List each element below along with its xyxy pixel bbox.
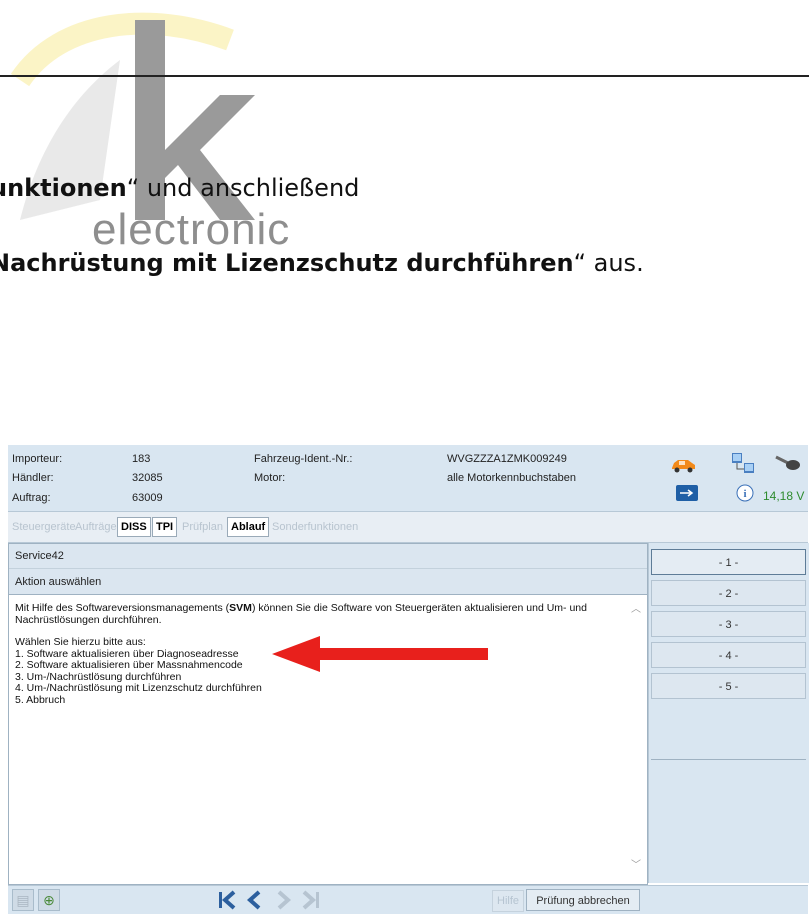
doc-line-1: unktionen“ und anschließend bbox=[0, 174, 359, 202]
header-rule bbox=[0, 75, 809, 77]
divider bbox=[651, 759, 806, 760]
fin-label: Fahrzeug-Ident.-Nr.: bbox=[254, 453, 353, 465]
main-subtitle-bar: Aktion auswählen bbox=[9, 569, 647, 595]
prev-page-icon[interactable] bbox=[244, 889, 266, 911]
intro-text: Mit Hilfe des Softwareversionsmanagement… bbox=[15, 602, 615, 615]
haendler-value: 32085 bbox=[132, 472, 163, 484]
document-icon[interactable]: ▤ bbox=[12, 889, 34, 911]
haendler-label: Händler: bbox=[12, 472, 54, 484]
motor-label: Motor: bbox=[254, 472, 286, 484]
intro-svm: SVM bbox=[229, 602, 252, 614]
next-page-icon[interactable] bbox=[272, 889, 294, 911]
option-4: 4. Um-/Nachrüstlösung mit Lizenzschutz d… bbox=[15, 682, 262, 694]
intro-part-b: ) können Sie die Software von Steuergerä… bbox=[251, 602, 587, 614]
auftrag-label: Auftrag: bbox=[12, 492, 51, 504]
red-arrow-annotation bbox=[272, 636, 488, 672]
tab-steuergeraete[interactable]: Steuergeräte bbox=[11, 518, 77, 536]
tab-bar: Steuergeräte Aufträge DISS TPI Prüfplan … bbox=[8, 512, 808, 543]
add-document-icon[interactable]: ⊕ bbox=[38, 889, 60, 911]
first-page-icon[interactable] bbox=[216, 889, 238, 911]
vehicle-info-panel: Importeur: 183 Händler: 32085 Auftrag: 6… bbox=[8, 445, 808, 512]
auftrag-value: 63009 bbox=[132, 492, 163, 504]
main-panel: Service42 Aktion auswählen Mit Hilfe des… bbox=[8, 543, 648, 885]
page-subtitle: Aktion auswählen bbox=[15, 576, 102, 588]
scroll-down-icon[interactable]: ﹀ bbox=[631, 856, 641, 871]
network-icon[interactable] bbox=[730, 451, 756, 477]
motor-value: alle Motorkennbuchstaben bbox=[447, 472, 577, 484]
doc-line-1-bold: unktionen bbox=[0, 174, 127, 202]
battery-voltage: 14,18 V bbox=[763, 489, 805, 503]
page-title: Service42 bbox=[15, 550, 64, 562]
diagnosis-app-window: Importeur: 183 Händler: 32085 Auftrag: 6… bbox=[8, 445, 809, 914]
key-icon[interactable] bbox=[774, 453, 802, 473]
last-page-icon[interactable] bbox=[300, 889, 322, 911]
footer-toolbar: ▤ ⊕ Hilfe Prüfung abbrechen bbox=[8, 885, 808, 914]
doc-line-1-rest: “ und anschließend bbox=[126, 174, 360, 202]
help-button[interactable]: Hilfe bbox=[492, 890, 525, 912]
select-button-4[interactable]: - 4 - bbox=[651, 642, 806, 668]
info-icon[interactable]: i bbox=[736, 484, 754, 502]
importeur-label: Importeur: bbox=[12, 453, 63, 465]
usb-icon[interactable] bbox=[676, 485, 698, 501]
tab-ablauf[interactable]: Ablauf bbox=[227, 517, 270, 537]
select-button-3[interactable]: - 3 - bbox=[651, 611, 806, 637]
logo-text: electronic bbox=[92, 205, 291, 254]
fin-value: WVGZZZA1ZMK009249 bbox=[447, 453, 567, 465]
importeur-value: 183 bbox=[132, 453, 151, 465]
doc-line-2: Nachrüstung mit Lizenzschutz durchführen… bbox=[0, 249, 644, 277]
select-button-2[interactable]: - 2 - bbox=[651, 580, 806, 606]
car-icon[interactable] bbox=[670, 457, 696, 473]
doc-line-2-rest: “ aus. bbox=[573, 249, 644, 277]
svg-text:i: i bbox=[743, 488, 746, 500]
intro-part-a: Mit Hilfe des Softwareversionsmanagement… bbox=[15, 602, 230, 614]
tab-auftraege[interactable]: Aufträge bbox=[74, 518, 118, 536]
selection-panel: - 1 - - 2 - - 3 - - 4 - - 5 - bbox=[648, 543, 809, 883]
tab-pruefplan[interactable]: Prüfplan bbox=[181, 518, 224, 536]
tab-diss[interactable]: DISS bbox=[117, 517, 151, 537]
abort-test-button[interactable]: Prüfung abbrechen bbox=[526, 889, 640, 911]
doc-line-2-bold: Nachrüstung mit Lizenzschutz durchführen bbox=[0, 249, 574, 277]
intro-part-c: Nachrüstlösungen durchführen. bbox=[15, 613, 162, 626]
select-button-1[interactable]: - 1 - bbox=[651, 549, 806, 575]
tab-sonderfunktionen[interactable]: Sonderfunktionen bbox=[271, 518, 359, 536]
option-5: 5. Abbruch bbox=[15, 693, 66, 706]
main-title-bar: Service42 bbox=[9, 544, 647, 569]
tab-tpi[interactable]: TPI bbox=[152, 517, 178, 537]
scroll-up-icon[interactable]: ︿ bbox=[631, 600, 641, 615]
select-button-5[interactable]: - 5 - bbox=[651, 673, 806, 699]
